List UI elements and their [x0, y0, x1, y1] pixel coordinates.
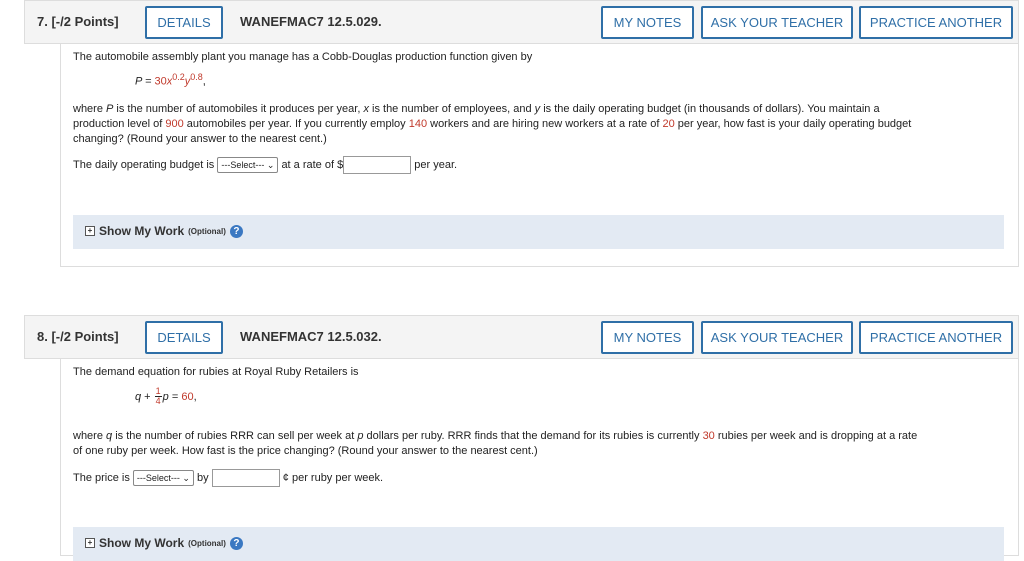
q7-optional-label: (Optional) [188, 226, 226, 236]
q7-direction-select[interactable]: ---Select--- ⌄ [217, 157, 279, 173]
expand-icon[interactable]: + [85, 226, 95, 236]
q7-answer-line: The daily operating budget is ---Select-… [73, 156, 457, 174]
expand-icon[interactable]: + [85, 538, 95, 548]
q8-points: 8. [-/2 Points] [37, 329, 119, 344]
q7-problem-text: where P is the number of automobiles it … [73, 103, 912, 145]
q8-details-button[interactable]: DETAILS [145, 321, 223, 354]
q8-rate-input[interactable] [211, 469, 280, 487]
q8-code: WANEFMAC7 12.5.032. [240, 329, 382, 344]
q7-body: The automobile assembly plant you manage… [60, 44, 1019, 267]
q7-points: 7. [-/2 Points] [37, 14, 119, 29]
q7-show-my-work[interactable]: + Show My Work (Optional) ? [73, 215, 1004, 249]
q8-my-notes-button[interactable]: MY NOTES [601, 321, 694, 354]
help-icon[interactable]: ? [229, 224, 243, 238]
q7-ask-teacher-button[interactable]: ASK YOUR TEACHER [701, 6, 853, 39]
q8-intro: The demand equation for rubies at Royal … [73, 366, 359, 378]
q7-practice-another-button[interactable]: PRACTICE ANOTHER [859, 6, 1013, 39]
q7-rate-input[interactable] [343, 156, 412, 174]
q7-intro: The automobile assembly plant you manage… [73, 51, 533, 63]
help-icon[interactable]: ? [229, 536, 243, 550]
q7-details-button[interactable]: DETAILS [145, 6, 223, 39]
q8-practice-another-button[interactable]: PRACTICE ANOTHER [859, 321, 1013, 354]
q8-ask-teacher-button[interactable]: ASK YOUR TEACHER [701, 321, 853, 354]
q7-header: 7. [-/2 Points] DETAILS WANEFMAC7 12.5.0… [24, 0, 1019, 44]
q8-problem-text: where q is the number of rubies RRR can … [73, 430, 918, 457]
q8-optional-label: (Optional) [188, 538, 226, 548]
q7-my-notes-button[interactable]: MY NOTES [601, 6, 694, 39]
q7-equation: P = 30x0.2y0.8, [135, 72, 206, 88]
q8-show-work-label[interactable]: Show My Work [99, 536, 184, 550]
q7-code: WANEFMAC7 12.5.029. [240, 14, 382, 29]
q8-body: The demand equation for rubies at Royal … [60, 359, 1019, 561]
q8-header: 8. [-/2 Points] DETAILS WANEFMAC7 12.5.0… [24, 315, 1019, 359]
q8-direction-select[interactable]: ---Select--- ⌄ [132, 470, 194, 486]
q7-show-work-label[interactable]: Show My Work [99, 224, 184, 238]
q8-answer-line: The price is ---Select--- ⌄ by ¢ per rub… [73, 469, 383, 487]
q8-equation: q + 1 4 p = 60, [135, 386, 197, 406]
